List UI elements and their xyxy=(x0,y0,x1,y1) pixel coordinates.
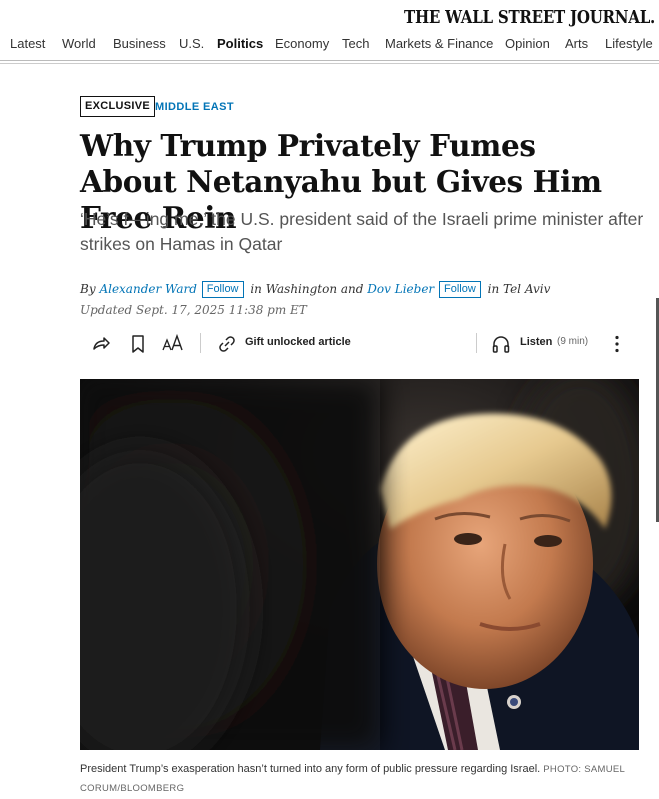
toolbar-divider xyxy=(200,333,201,353)
nav-item-politics[interactable]: Politics xyxy=(217,36,263,51)
byline: By Alexander Ward Follow in Washington a… xyxy=(80,281,550,298)
nav-item-tech[interactable]: Tech xyxy=(342,36,369,51)
section-link[interactable]: MIDDLE EAST xyxy=(155,101,234,113)
nav-item-us[interactable]: U.S. xyxy=(179,36,204,51)
share-icon[interactable] xyxy=(90,333,112,355)
gift-article-button[interactable]: Gift unlocked article xyxy=(245,336,351,348)
author-link-dov-lieber[interactable]: Dov Lieber xyxy=(367,282,434,296)
byline-by: By xyxy=(80,282,96,296)
section-nav: Latest World Business U.S. Politics Econ… xyxy=(0,34,659,56)
dek: ‘He’s f—ing me,’ the U.S. president said… xyxy=(80,209,644,254)
photo-caption: President Trump’s exasperation hasn’t tu… xyxy=(80,760,645,798)
nav-item-lifestyle[interactable]: Lifestyle xyxy=(605,36,653,51)
gift-link-icon[interactable] xyxy=(216,333,238,355)
nav-item-arts[interactable]: Arts xyxy=(565,36,588,51)
nav-item-business[interactable]: Business xyxy=(113,36,166,51)
headphones-icon[interactable] xyxy=(490,333,512,355)
caption-text: President Trump’s exasperation hasn’t tu… xyxy=(80,763,541,775)
nav-item-opinion[interactable]: Opinion xyxy=(505,36,550,51)
nav-item-world[interactable]: World xyxy=(62,36,96,51)
listen-button[interactable]: Listen xyxy=(520,336,552,348)
wsj-logo[interactable]: THE WALL STREET JOURNAL. xyxy=(404,8,655,28)
follow-button-dov-lieber[interactable]: Follow xyxy=(439,281,481,298)
listen-duration: (9 min) xyxy=(557,336,589,347)
exclusive-tag: EXCLUSIVE xyxy=(80,96,156,117)
nav-divider-secondary xyxy=(0,63,659,64)
masthead: THE WALL STREET JOURNAL. xyxy=(0,4,659,30)
nav-divider xyxy=(0,60,659,61)
bookmark-icon[interactable] xyxy=(127,333,149,355)
toolbar-divider xyxy=(476,333,477,353)
author-link-alexander-ward[interactable]: Alexander Ward xyxy=(99,282,196,296)
article-toolbar: Gift unlocked article Listen (9 min) xyxy=(80,326,640,360)
lead-photo xyxy=(80,379,639,750)
nav-item-latest[interactable]: Latest xyxy=(10,36,45,51)
byline-location-2: in Tel Aviv xyxy=(487,282,551,296)
nav-item-economy[interactable]: Economy xyxy=(275,36,329,51)
updated-timestamp: Updated Sept. 17, 2025 11:38 pm ET xyxy=(80,303,307,317)
follow-button-alexander-ward[interactable]: Follow xyxy=(201,281,244,298)
more-options-icon[interactable] xyxy=(606,333,628,355)
nav-item-markets-finance[interactable]: Markets & Finance xyxy=(385,36,493,51)
byline-location-1: in Washington and xyxy=(250,282,364,296)
text-size-icon[interactable] xyxy=(162,333,184,355)
